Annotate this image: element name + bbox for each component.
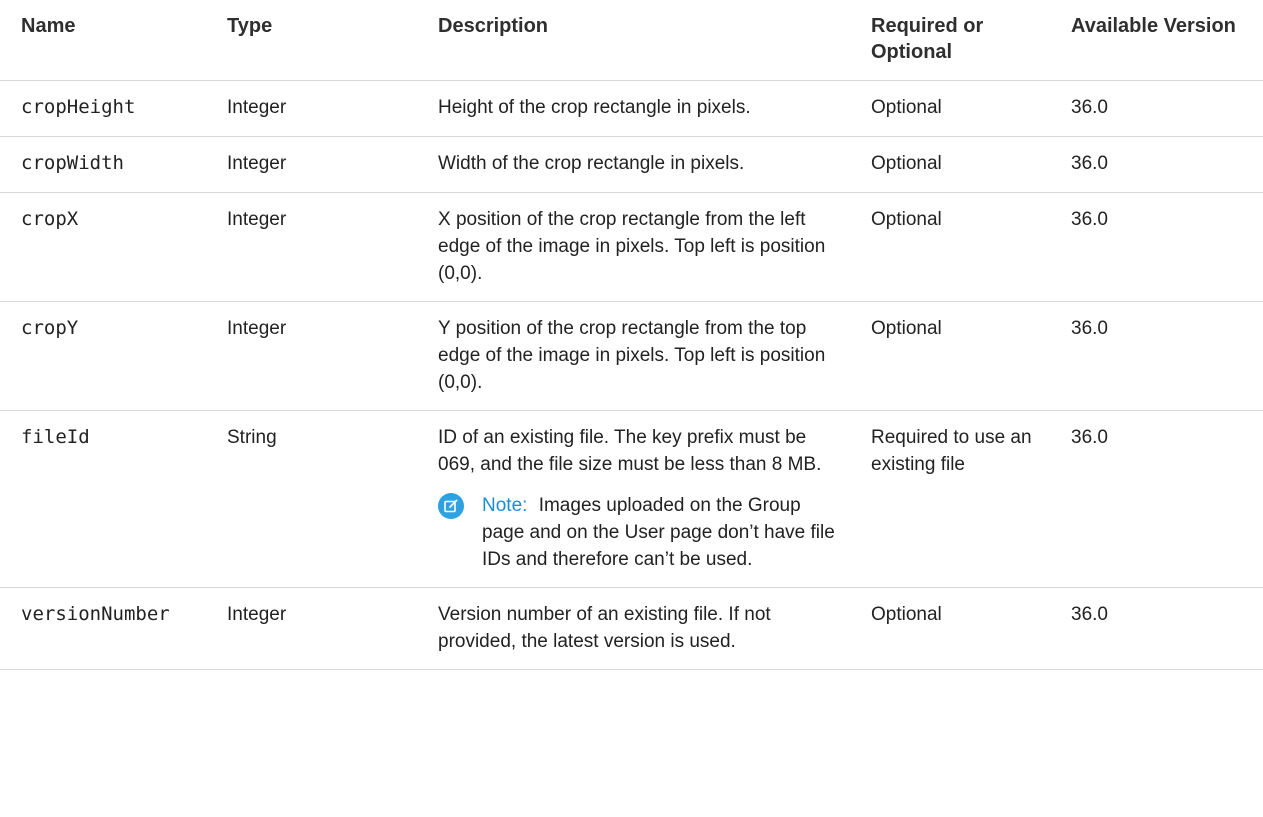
param-description: ID of an existing file. The key prefix m…	[438, 427, 822, 475]
param-type: Integer	[215, 80, 426, 137]
param-required: Optional	[859, 301, 1059, 411]
param-version: 36.0	[1059, 136, 1263, 193]
param-type: String	[215, 410, 426, 588]
param-version: 36.0	[1059, 410, 1263, 588]
param-description-cell: ID of an existing file. The key prefix m…	[426, 410, 859, 588]
note-label: Note:	[482, 495, 528, 516]
param-description: Version number of an existing file. If n…	[426, 587, 859, 670]
note-callout: Note: Images uploaded on the Group page …	[438, 492, 847, 573]
table-row: cropHeight Integer Height of the crop re…	[0, 80, 1263, 137]
param-description: Y position of the crop rectangle from th…	[426, 301, 859, 411]
param-name: versionNumber	[0, 587, 215, 670]
param-name: fileId	[0, 410, 215, 588]
table-row: versionNumber Integer Version number of …	[0, 587, 1263, 670]
header-version: Available Version	[1059, 0, 1263, 81]
param-version: 36.0	[1059, 80, 1263, 137]
header-row: Name Type Description Required or Option…	[0, 0, 1263, 81]
table-body: cropHeight Integer Height of the crop re…	[0, 80, 1263, 670]
table-row: cropWidth Integer Width of the crop rect…	[0, 136, 1263, 193]
table-header: Name Type Description Required or Option…	[0, 0, 1263, 81]
param-type: Integer	[215, 192, 426, 302]
header-description: Description	[426, 0, 859, 81]
param-version: 36.0	[1059, 301, 1263, 411]
param-required: Required to use an existing file	[859, 410, 1059, 588]
param-name: cropHeight	[0, 80, 215, 137]
param-name: cropX	[0, 192, 215, 302]
param-required: Optional	[859, 80, 1059, 137]
param-required: Optional	[859, 136, 1059, 193]
table-row: cropY Integer Y position of the crop rec…	[0, 301, 1263, 411]
param-type: Integer	[215, 301, 426, 411]
header-name: Name	[0, 0, 215, 81]
header-type: Type	[215, 0, 426, 81]
edit-note-icon	[438, 493, 464, 519]
table-row: fileId String ID of an existing file. Th…	[0, 410, 1263, 588]
param-description: X position of the crop rectangle from th…	[426, 192, 859, 302]
param-name: cropWidth	[0, 136, 215, 193]
header-required: Required or Optional	[859, 0, 1059, 81]
param-required: Optional	[859, 587, 1059, 670]
table-row: cropX Integer X position of the crop rec…	[0, 192, 1263, 302]
param-description: Width of the crop rectangle in pixels.	[426, 136, 859, 193]
param-type: Integer	[215, 587, 426, 670]
param-type: Integer	[215, 136, 426, 193]
param-version: 36.0	[1059, 587, 1263, 670]
parameters-table: Name Type Description Required or Option…	[0, 0, 1263, 670]
note-text: Images uploaded on the Group page and on…	[482, 495, 835, 570]
param-description: Height of the crop rectangle in pixels.	[426, 80, 859, 137]
param-name: cropY	[0, 301, 215, 411]
param-version: 36.0	[1059, 192, 1263, 302]
param-required: Optional	[859, 192, 1059, 302]
